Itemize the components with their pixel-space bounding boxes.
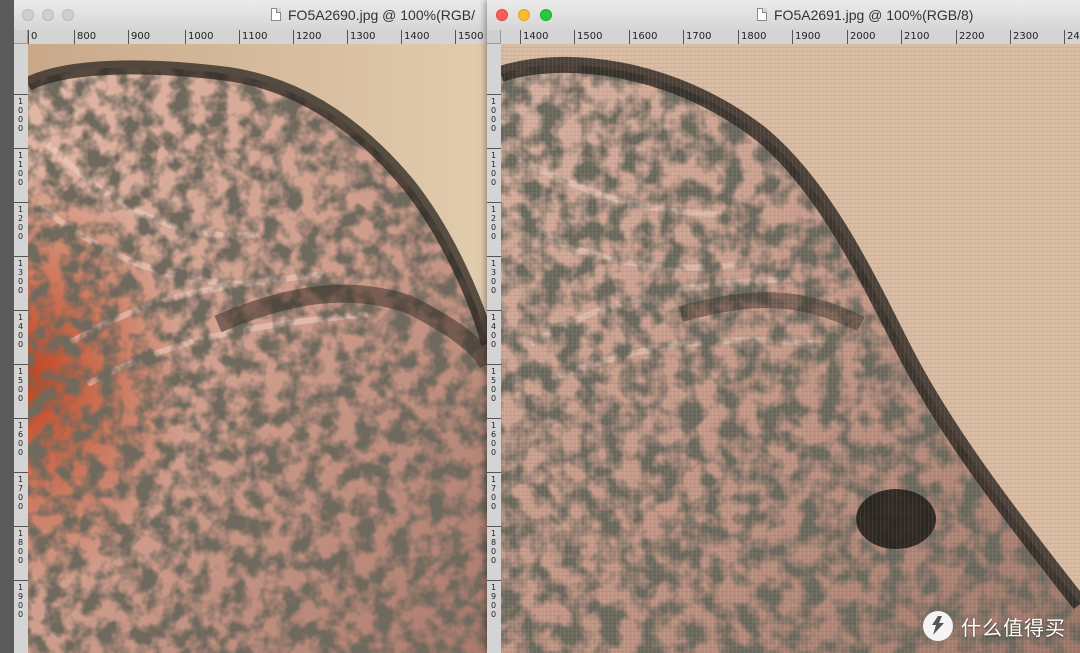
- document-window-2[interactable]: FO5A2691.jpg @ 100%(RGB/8) 1400 1500 160…: [487, 0, 1080, 653]
- ruler-label: 1100: [17, 151, 24, 187]
- ruler-label: 900: [131, 31, 151, 42]
- ruler-label: 1300: [490, 259, 497, 295]
- minimize-button[interactable]: [42, 9, 54, 21]
- close-button[interactable]: [22, 9, 34, 21]
- ruler-label: 1500: [458, 31, 484, 42]
- ruler-label: 1800: [17, 529, 24, 565]
- ruler-label: 1500: [17, 367, 24, 403]
- vertical-ruler[interactable]: 1000 1100 1200 1300 1400 1500 1600 1700 …: [14, 44, 29, 653]
- ruler-label: 2300: [1013, 31, 1039, 42]
- mushroom-photo-right: [501, 44, 1080, 653]
- ruler-label: 1100: [242, 31, 268, 42]
- zoom-button[interactable]: [62, 9, 74, 21]
- left-tool-strip: [0, 0, 14, 653]
- watermark: 什么值得买: [923, 611, 1066, 641]
- smzdm-logo-icon: [923, 611, 953, 641]
- ruler-label: 1400: [404, 31, 430, 42]
- document-icon: [757, 8, 767, 21]
- ruler-corner[interactable]: [487, 30, 501, 44]
- document-window-1[interactable]: FO5A2690.jpg @ 100%(RGB/ 0 800 900 1000 …: [14, 0, 488, 653]
- ruler-label: 1300: [17, 259, 24, 295]
- ruler-label: 1300: [350, 31, 376, 42]
- ruler-label: 1400: [490, 313, 497, 349]
- document-icon: [271, 8, 281, 21]
- mushroom-photo-left: [28, 44, 488, 653]
- ruler-label: 1600: [490, 421, 497, 457]
- ruler-label: 1600: [632, 31, 658, 42]
- ruler-label: 1900: [795, 31, 821, 42]
- ruler-label: 1800: [741, 31, 767, 42]
- vertical-ruler[interactable]: 1000 1100 1200 1300 1400 1500 1600 1700 …: [487, 44, 502, 653]
- ruler-label: 1200: [490, 205, 497, 241]
- ruler-label: 1900: [490, 583, 497, 619]
- ruler-label: 1000: [490, 97, 497, 133]
- image-canvas-right[interactable]: [501, 44, 1080, 653]
- close-button[interactable]: [496, 9, 508, 21]
- horizontal-ruler[interactable]: 0 800 900 1000 1100 1200 1300 1400 1500: [28, 30, 488, 45]
- horizontal-ruler[interactable]: 1400 1500 1600 1700 1800 1900 2000 2100 …: [501, 30, 1080, 45]
- ruler-label: 1100: [490, 151, 497, 187]
- zoom-button[interactable]: [540, 9, 552, 21]
- ruler-label: 2100: [904, 31, 930, 42]
- image-canvas-left[interactable]: [28, 44, 488, 653]
- minimize-button[interactable]: [518, 9, 530, 21]
- ruler-label: 24: [1067, 31, 1080, 42]
- window-1-title: FO5A2690.jpg @ 100%(RGB/: [288, 7, 475, 23]
- ruler-label: 1700: [17, 475, 24, 511]
- ruler-label: 800: [77, 31, 97, 42]
- ruler-label: 0: [31, 31, 38, 42]
- watermark-text: 什么值得买: [961, 617, 1066, 640]
- ruler-label: 2200: [959, 31, 985, 42]
- ruler-label: 1900: [17, 583, 24, 619]
- ruler-label: 1500: [490, 367, 497, 403]
- window-1-titlebar[interactable]: FO5A2690.jpg @ 100%(RGB/: [14, 0, 488, 31]
- window-2-titlebar[interactable]: FO5A2691.jpg @ 100%(RGB/8): [487, 0, 1080, 31]
- ruler-corner[interactable]: [14, 30, 28, 44]
- ruler-label: 1800: [490, 529, 497, 565]
- ruler-label: 1200: [17, 205, 24, 241]
- ruler-label: 1500: [577, 31, 603, 42]
- ruler-label: 1700: [686, 31, 712, 42]
- ruler-label: 1400: [523, 31, 549, 42]
- window-2-title: FO5A2691.jpg @ 100%(RGB/8): [774, 7, 974, 23]
- ruler-label: 1000: [17, 97, 24, 133]
- ruler-label: 2000: [850, 31, 876, 42]
- ruler-label: 1000: [188, 31, 214, 42]
- ruler-label: 1600: [17, 421, 24, 457]
- ruler-label: 1200: [296, 31, 322, 42]
- ruler-label: 1400: [17, 313, 24, 349]
- ruler-label: 1700: [490, 475, 497, 511]
